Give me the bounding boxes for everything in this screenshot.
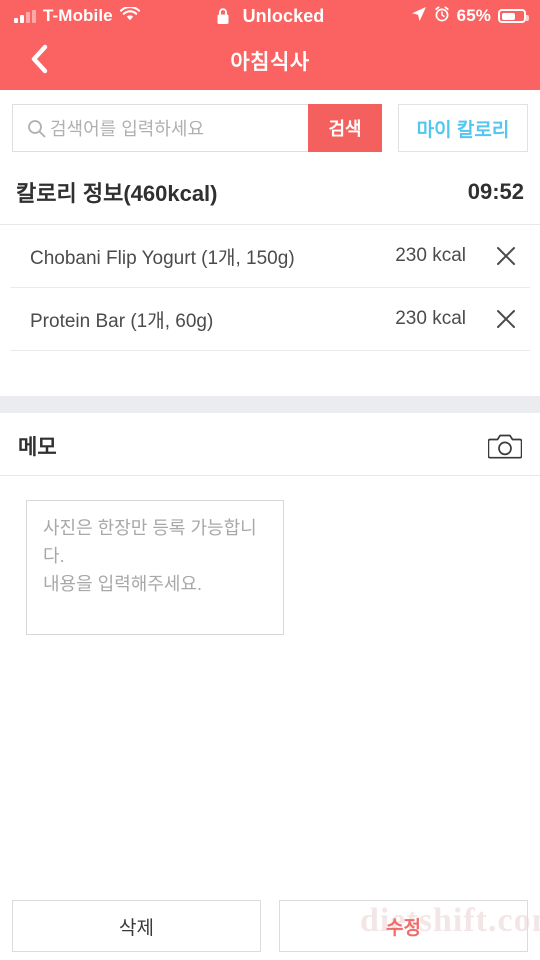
memo-label: 메모 <box>18 436 57 459</box>
search-input[interactable]: 검색어를 입력하세요 <box>12 104 308 152</box>
status-bar-left: T-Mobile <box>14 5 140 27</box>
chevron-left-icon <box>28 43 50 80</box>
food-list: Chobani Flip Yogurt (1개, 150g) 230 kcal … <box>0 225 540 351</box>
table-row: Protein Bar (1개, 60g) 230 kcal <box>10 288 530 351</box>
delete-button[interactable]: 삭제 <box>12 900 261 952</box>
edit-button[interactable]: 수정 <box>279 900 528 952</box>
battery-icon <box>498 9 529 23</box>
food-kcal: 230 kcal <box>395 308 466 329</box>
calorie-info-title: 칼로리 정보(460kcal) <box>16 181 218 206</box>
carrier-label: T-Mobile <box>43 6 113 25</box>
page-title: 아침식사 <box>230 51 310 74</box>
meal-time: 09:52 <box>467 179 524 204</box>
lock-icon <box>216 7 230 25</box>
alarm-clock-icon <box>434 5 450 27</box>
food-kcal: 230 kcal <box>395 245 466 266</box>
section-divider <box>0 396 540 413</box>
search-field-group: 검색어를 입력하세요 검색 <box>12 104 382 152</box>
search-input-placeholder: 검색어를 입력하세요 <box>50 119 205 139</box>
search-button[interactable]: 검색 <box>308 104 382 152</box>
signal-bars-icon <box>14 9 36 23</box>
close-x-icon <box>495 308 517 330</box>
table-row: Chobani Flip Yogurt (1개, 150g) 230 kcal <box>10 225 530 288</box>
section-gap <box>0 351 540 396</box>
memo-textarea[interactable] <box>26 500 284 635</box>
memo-header: 메모 <box>0 413 540 476</box>
calorie-info-header: 칼로리 정보(460kcal) 09:52 <box>0 166 540 225</box>
camera-icon <box>488 432 522 460</box>
wifi-icon <box>119 5 140 27</box>
status-bar-right: 65% <box>411 5 529 27</box>
back-button[interactable] <box>16 32 62 90</box>
lock-status-label: Unlocked <box>242 5 325 26</box>
footer-actions: 삭제 수정 <box>0 900 540 952</box>
food-name: Chobani Flip Yogurt (1개, 150g) <box>30 247 295 269</box>
app-screen: T-Mobile Unlocked 65% 아침식사 검색어를 입력하세요 검색… <box>0 0 540 960</box>
remove-food-button[interactable] <box>488 308 524 330</box>
nav-bar: 아침식사 <box>0 32 540 90</box>
my-calorie-button[interactable]: 마이 칼로리 <box>398 104 528 152</box>
close-x-icon <box>495 245 517 267</box>
search-row: 검색어를 입력하세요 검색 마이 칼로리 <box>0 90 540 166</box>
search-icon <box>27 119 46 138</box>
status-bar: T-Mobile Unlocked 65% <box>0 0 540 32</box>
food-name: Protein Bar (1개, 60g) <box>30 310 214 332</box>
camera-button[interactable] <box>488 432 522 460</box>
battery-percent-label: 65% <box>456 6 491 25</box>
location-arrow-icon <box>411 6 427 27</box>
remove-food-button[interactable] <box>488 245 524 267</box>
